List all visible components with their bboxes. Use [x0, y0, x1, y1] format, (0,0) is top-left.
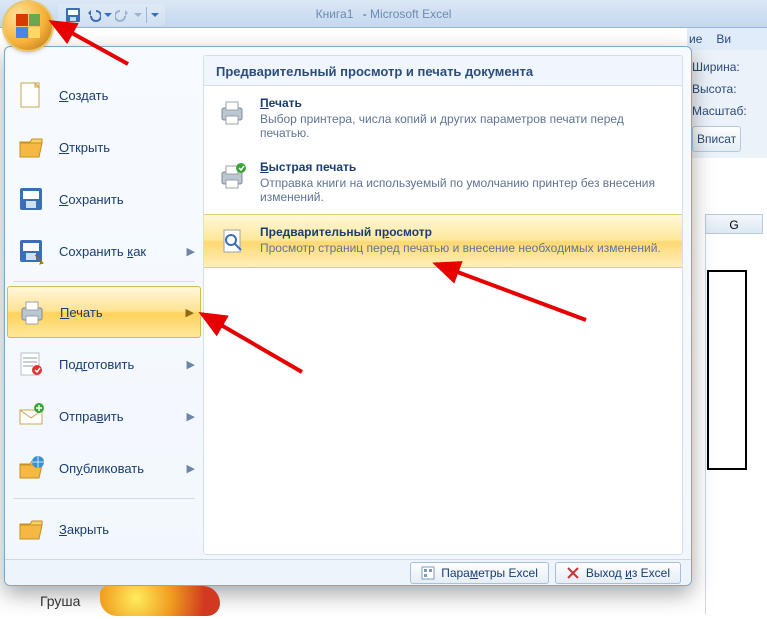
menu-item-open[interactable]: Открыть: [7, 121, 201, 173]
quick-access-toolbar: [58, 4, 165, 26]
redo-dropdown-icon[interactable]: [134, 11, 142, 19]
fruit-image: [100, 586, 220, 616]
print-subitem-printer[interactable]: Печать Выбор принтера, числа копий и друг…: [204, 86, 682, 150]
menu-item-saveas[interactable]: Сохранить как ▶: [7, 225, 201, 277]
exit-excel-label: Выход из Excel: [586, 566, 670, 580]
exit-excel-button[interactable]: Выход из Excel: [555, 562, 681, 584]
qat-customize-icon[interactable]: [151, 11, 159, 19]
sheet-content-peek: Груша: [40, 585, 340, 617]
menu-item-label: Подготовить: [59, 357, 134, 372]
undo-icon[interactable]: [84, 6, 102, 24]
menu-item-publish[interactable]: Опубликовать ▶: [7, 442, 201, 494]
menu-item-save[interactable]: Сохранить: [7, 173, 201, 225]
close-icon: [15, 513, 47, 545]
print-subitem-preview[interactable]: Предварительный просмотр Просмотр страниц…: [204, 214, 682, 268]
office-logo-icon: [16, 14, 40, 38]
column-header-g[interactable]: G: [705, 214, 763, 234]
office-menu-right-panel: Предварительный просмотр и печать докуме…: [203, 55, 683, 555]
submenu-arrow-icon: ▶: [187, 245, 195, 258]
print-panel-header: Предварительный просмотр и печать докуме…: [204, 56, 682, 86]
submenu-arrow-icon: ▶: [186, 306, 194, 319]
excel-options-button[interactable]: Параметры Excel: [410, 562, 549, 584]
cell-value: Груша: [40, 593, 80, 609]
saveas-icon: [15, 235, 47, 267]
preview-icon: [216, 225, 248, 257]
new-icon: [15, 79, 47, 111]
subitem-description: Просмотр страниц перед печатью и внесени…: [260, 241, 661, 255]
menu-item-send[interactable]: Отправить ▶: [7, 390, 201, 442]
open-icon: [15, 131, 47, 163]
selected-cell-outline: [707, 270, 747, 470]
publish-icon: [15, 452, 47, 484]
save-icon: [15, 183, 47, 215]
undo-dropdown-icon[interactable]: [104, 11, 112, 19]
menu-item-label: Создать: [59, 88, 108, 103]
app-name: Microsoft Excel: [370, 7, 451, 21]
menu-item-label: Сохранить как: [59, 244, 146, 259]
subitem-description: Выбор принтера, числа копий и других пар…: [260, 112, 670, 140]
ribbon-tab-fragment[interactable]: ие: [689, 32, 702, 46]
printer-icon: [216, 96, 248, 128]
subitem-title: Печать: [260, 96, 670, 110]
office-button[interactable]: [4, 2, 52, 50]
menu-item-label: Опубликовать: [59, 461, 144, 476]
menu-item-print[interactable]: Печать ▶: [7, 286, 201, 338]
subitem-title: Предварительный просмотр: [260, 225, 661, 239]
print-icon: [16, 296, 48, 328]
document-name: Книга1: [316, 7, 354, 21]
ribbon-label: Ширина:: [692, 56, 763, 78]
send-icon: [15, 400, 47, 432]
menu-item-close[interactable]: Закрыть: [7, 503, 201, 555]
ribbon-tab-fragment[interactable]: Ви: [716, 32, 731, 46]
menu-item-label: Печать: [60, 305, 103, 320]
submenu-arrow-icon: ▶: [187, 358, 195, 371]
menu-item-label: Сохранить: [59, 192, 124, 207]
close-icon: [566, 566, 580, 580]
quickprint-icon: [216, 160, 248, 192]
menu-item-prepare[interactable]: Подготовить ▶: [7, 338, 201, 390]
excel-options-label: Параметры Excel: [441, 566, 538, 580]
office-menu-footer: Параметры Excel Выход из Excel: [5, 559, 691, 585]
subitem-title: Быстрая печать: [260, 160, 670, 174]
redo-icon[interactable]: [114, 6, 132, 24]
options-icon: [421, 566, 435, 580]
ribbon-right-fragment: ие Ви Ширина: Высота: Масштаб: Вписат: [687, 28, 767, 158]
ribbon-label: Высота:: [692, 78, 763, 100]
prepare-icon: [15, 348, 47, 380]
office-menu: СоздатьОткрытьСохранитьСохранить как▶Печ…: [4, 46, 692, 586]
ribbon-label: Масштаб:: [692, 100, 763, 122]
menu-item-label: Отправить: [59, 409, 123, 424]
office-menu-left: СоздатьОткрытьСохранитьСохранить как▶Печ…: [5, 47, 203, 559]
subitem-description: Отправка книги на используемый по умолча…: [260, 176, 670, 204]
submenu-arrow-icon: ▶: [187, 410, 195, 423]
menu-item-label: Закрыть: [59, 522, 109, 537]
menu-item-new[interactable]: Создать: [7, 69, 201, 121]
fit-button-fragment[interactable]: Вписат: [692, 126, 741, 152]
menu-item-label: Открыть: [59, 140, 110, 155]
submenu-arrow-icon: ▶: [187, 462, 195, 475]
print-subitem-quickprint[interactable]: Быстрая печать Отправка книги на использу…: [204, 150, 682, 214]
save-icon[interactable]: [64, 6, 82, 24]
